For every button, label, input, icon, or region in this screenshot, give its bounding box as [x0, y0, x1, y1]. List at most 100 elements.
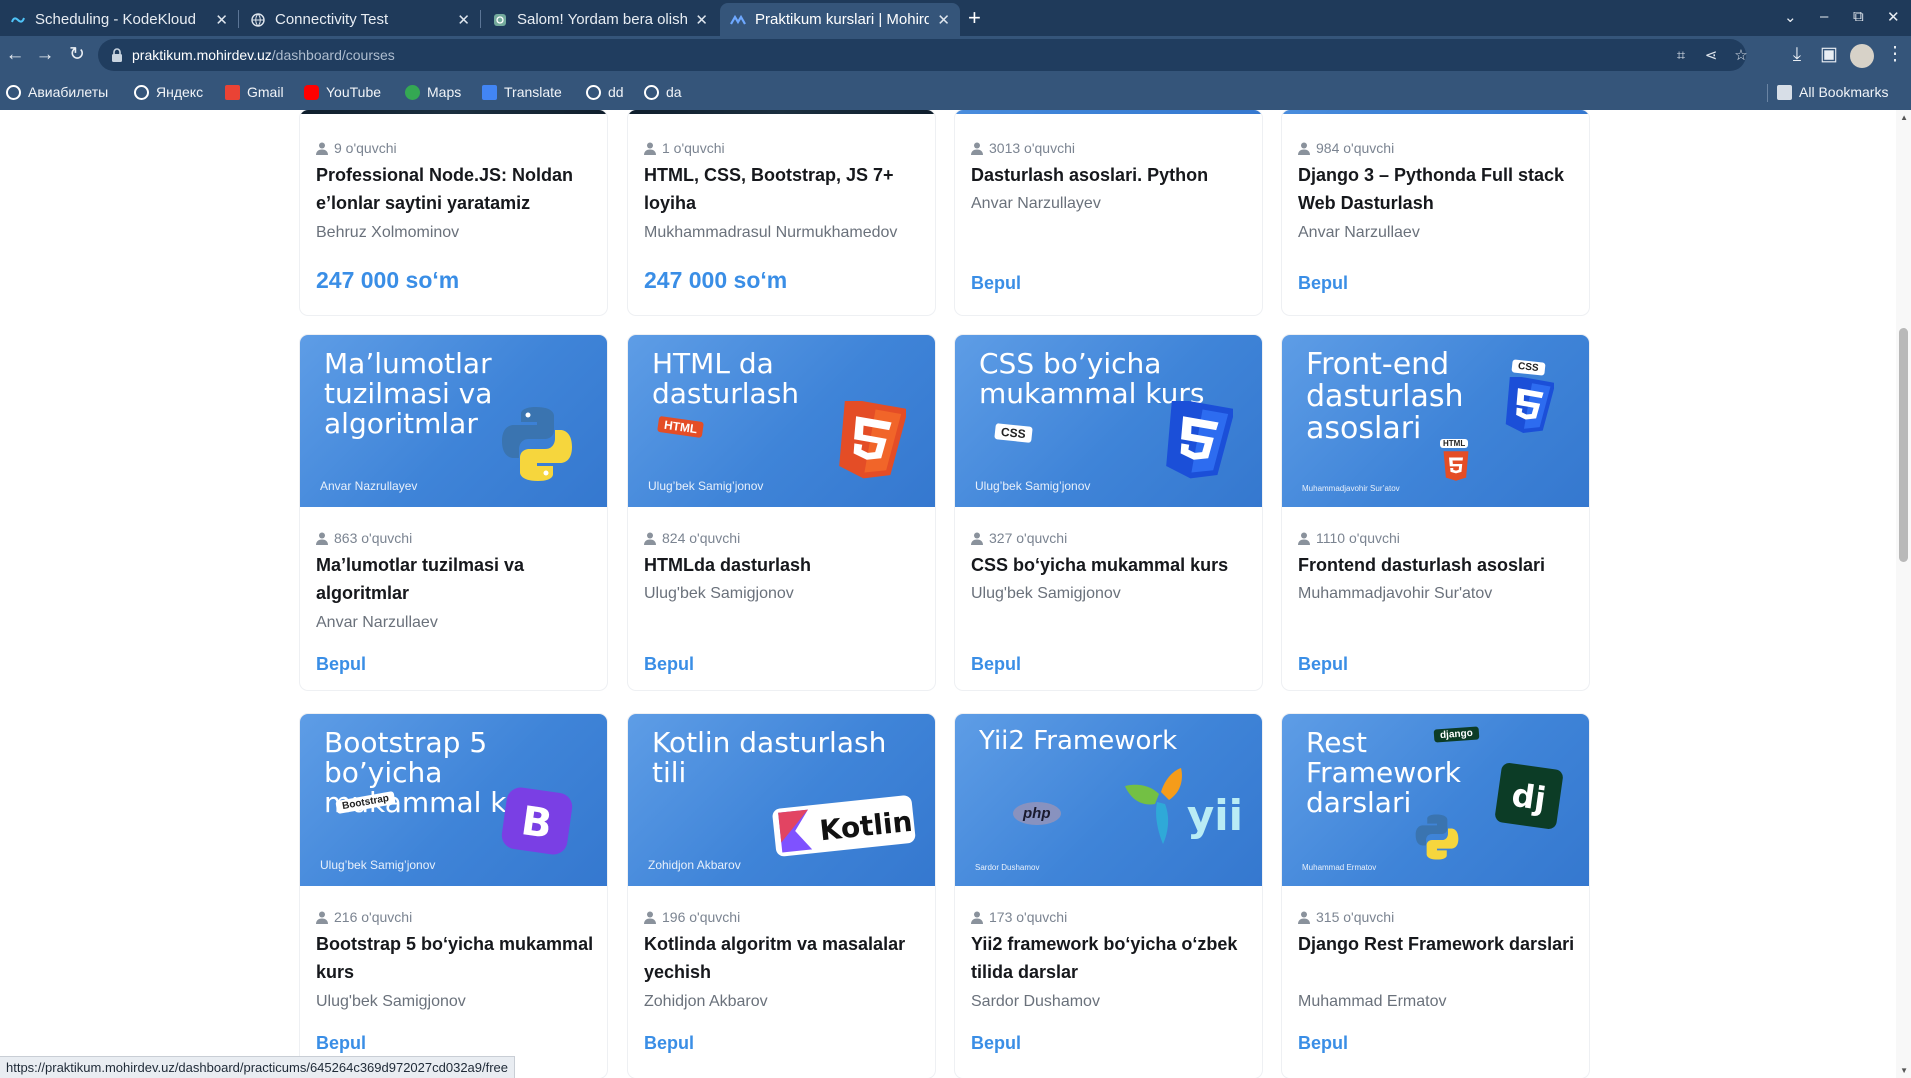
- course-title[interactable]: Bootstrap 5 bo‘yicha mukammal kurs: [316, 930, 596, 986]
- banner-author: Ulug’bek Samig’jonov: [975, 479, 1091, 493]
- course-title[interactable]: Professional Node.JS: Noldan e’lonlar sa…: [316, 161, 596, 217]
- translate-icon: [482, 84, 497, 100]
- close-icon[interactable]: ✕: [457, 11, 470, 29]
- tab-praktikum[interactable]: Praktikum kurslari | Mohirdev ✕: [720, 3, 960, 36]
- profile-avatar[interactable]: [1850, 44, 1874, 68]
- student-count-text: 3013 o'quvchi: [989, 140, 1075, 156]
- reload-icon[interactable]: ↻: [66, 45, 88, 67]
- scroll-down-icon[interactable]: ▼: [1900, 1066, 1908, 1075]
- bookmark-translate[interactable]: Translate: [482, 83, 562, 101]
- sidepanel-icon[interactable]: ▣: [1818, 45, 1840, 67]
- back-icon[interactable]: ←: [4, 45, 26, 67]
- tab-connectivity[interactable]: Connectivity Test ✕: [240, 3, 480, 36]
- bookmark-maps[interactable]: Maps: [405, 83, 461, 101]
- student-count: 327 o'quvchi: [971, 530, 1067, 546]
- share-icon[interactable]: ⋖: [1702, 47, 1720, 65]
- course-author: Muhammad Ermatov: [1298, 993, 1447, 1010]
- bookmark-da[interactable]: da: [644, 83, 682, 101]
- css3-logo-icon: [1505, 377, 1554, 434]
- course-author: Ulug'bek Samigjonov: [971, 585, 1121, 602]
- close-icon[interactable]: ✕: [937, 11, 950, 29]
- course-title[interactable]: Frontend dasturlash asoslari: [1298, 551, 1578, 579]
- bookmark-dd[interactable]: dd: [586, 83, 624, 101]
- course-title[interactable]: Django 3 – Pythonda Full stack Web Dastu…: [1298, 161, 1578, 217]
- new-tab-button[interactable]: +: [968, 6, 981, 30]
- user-icon: [971, 532, 983, 545]
- course-card[interactable]: Bootstrap 5 bo’yicha mukammal kurs Boots…: [300, 714, 607, 1078]
- course-author: Anvar Narzullaev: [1298, 224, 1420, 241]
- tab-chatgpt[interactable]: Salom! Yordam bera olishim ✕: [482, 3, 718, 36]
- window-close-icon[interactable]: ✕: [1887, 8, 1900, 26]
- course-card[interactable]: 984 o'quvchi Django 3 – Pythonda Full st…: [1282, 110, 1589, 315]
- course-card[interactable]: 3013 o'quvchi Dasturlash asoslari. Pytho…: [955, 110, 1262, 315]
- student-count-text: 863 o'quvchi: [334, 530, 413, 546]
- download-icon[interactable]: ⤓: [1786, 45, 1808, 67]
- course-card[interactable]: Yii2 Framework php yii Sardor Dushamov 1…: [955, 714, 1262, 1078]
- bookmark-label: dd: [608, 84, 624, 100]
- course-author: Behruz Xolmominov: [316, 224, 460, 241]
- course-author: Muhammadjavohir Sur'atov: [1298, 585, 1493, 602]
- bookmark-youtube[interactable]: YouTube: [304, 83, 381, 101]
- translate-icon[interactable]: ⌗: [1672, 47, 1690, 65]
- banner-title: Front-end dasturlash asoslari: [1306, 347, 1464, 446]
- student-count: 173 o'quvchi: [971, 909, 1067, 925]
- bookmark-aviabilety[interactable]: Авиабилеты: [6, 83, 108, 101]
- course-title[interactable]: HTML, CSS, Bootstrap, JS 7+ loyiha: [644, 161, 924, 217]
- student-count-text: 984 o'quvchi: [1316, 140, 1395, 156]
- close-icon[interactable]: ✕: [215, 11, 228, 29]
- student-count: 863 o'quvchi: [316, 530, 412, 546]
- page-scrollbar[interactable]: ▲ ▼: [1896, 110, 1911, 1078]
- address-bar[interactable]: praktikum.mohirdev.uz/dashboard/courses …: [98, 39, 1748, 71]
- restore-icon[interactable]: ⧉: [1853, 8, 1864, 25]
- course-title[interactable]: Yii2 framework bo‘yicha o‘zbek tilida da…: [971, 930, 1251, 986]
- course-title[interactable]: Django Rest Framework darslari: [1298, 930, 1578, 958]
- user-icon: [971, 142, 983, 155]
- course-title[interactable]: Kotlinda algoritm va masalalar yechish: [644, 930, 924, 986]
- globe-icon: [6, 84, 21, 100]
- bookmark-yandex[interactable]: Яндекс: [134, 83, 203, 101]
- course-card[interactable]: Ma’lumotlar tuzilmasi va algoritmlar Anv…: [300, 335, 607, 690]
- course-title[interactable]: Dasturlash asoslari. Python: [971, 161, 1251, 189]
- bookmark-gmail[interactable]: Gmail: [225, 83, 284, 101]
- course-card[interactable]: 9 o'quvchi Professional Node.JS: Noldan …: [300, 110, 607, 315]
- svg-text:B: B: [518, 798, 555, 848]
- course-banner: Front-end dasturlash asoslari CSS HTML M…: [1282, 335, 1589, 507]
- banner-title: Yii2 Framework: [979, 726, 1178, 756]
- student-count-text: 327 o'quvchi: [989, 530, 1068, 546]
- course-author: Ulug'bek Samigjonov: [644, 585, 794, 602]
- css-sticker: CSS: [1511, 359, 1546, 376]
- student-count: 9 o'quvchi: [316, 140, 397, 156]
- course-card[interactable]: HTML da dasturlash HTML Ulug’bek Samig’j…: [628, 335, 935, 690]
- course-author: Anvar Narzullaev: [316, 614, 438, 631]
- star-icon[interactable]: ☆: [1732, 47, 1750, 65]
- course-card[interactable]: Rest Framework darslari django dj Muhamm…: [1282, 714, 1589, 1078]
- course-card[interactable]: Front-end dasturlash asoslari CSS HTML M…: [1282, 335, 1589, 690]
- tab-search-icon[interactable]: ⌄: [1784, 8, 1797, 26]
- lock-icon[interactable]: [110, 47, 124, 63]
- course-title[interactable]: CSS bo‘yicha mukammal kurs: [971, 551, 1251, 579]
- user-icon: [316, 911, 328, 924]
- menu-icon[interactable]: ⋮: [1884, 45, 1906, 67]
- forward-icon[interactable]: →: [34, 45, 56, 67]
- user-icon: [1298, 911, 1310, 924]
- bookmark-label: Яндекс: [156, 84, 204, 100]
- course-card[interactable]: 1 o'quvchi HTML, CSS, Bootstrap, JS 7+ l…: [628, 110, 935, 315]
- tab-separator: [480, 10, 481, 28]
- url-text[interactable]: praktikum.mohirdev.uz/dashboard/courses: [132, 47, 395, 63]
- course-card[interactable]: Kotlin dasturlash tili Kotlin Zohidjon A…: [628, 714, 935, 1078]
- all-bookmarks[interactable]: All Bookmarks: [1777, 83, 1888, 101]
- scrollbar-thumb[interactable]: [1899, 328, 1908, 562]
- kotlin-logo-icon: Kotlin: [772, 795, 916, 857]
- minimize-icon[interactable]: –: [1820, 8, 1828, 25]
- close-icon[interactable]: ✕: [695, 11, 708, 29]
- banner-author: Ulug’bek Samig’jonov: [320, 858, 436, 872]
- scroll-up-icon[interactable]: ▲: [1900, 113, 1908, 122]
- course-title[interactable]: Ma’lumotlar tuzilmasi va algoritmlar: [316, 551, 596, 607]
- course-card[interactable]: CSS bo’yicha mukammal kurs CSS Ulug’bek …: [955, 335, 1262, 690]
- tab-kodekloud[interactable]: Scheduling - KodeKloud ✕: [0, 3, 238, 36]
- course-author: Zohidjon Akbarov: [644, 993, 768, 1010]
- css-sticker: CSS: [994, 423, 1033, 443]
- course-banner: [1282, 110, 1589, 114]
- course-price: 247 000 so‘m: [644, 267, 788, 293]
- course-title[interactable]: HTMLda dasturlash: [644, 551, 924, 579]
